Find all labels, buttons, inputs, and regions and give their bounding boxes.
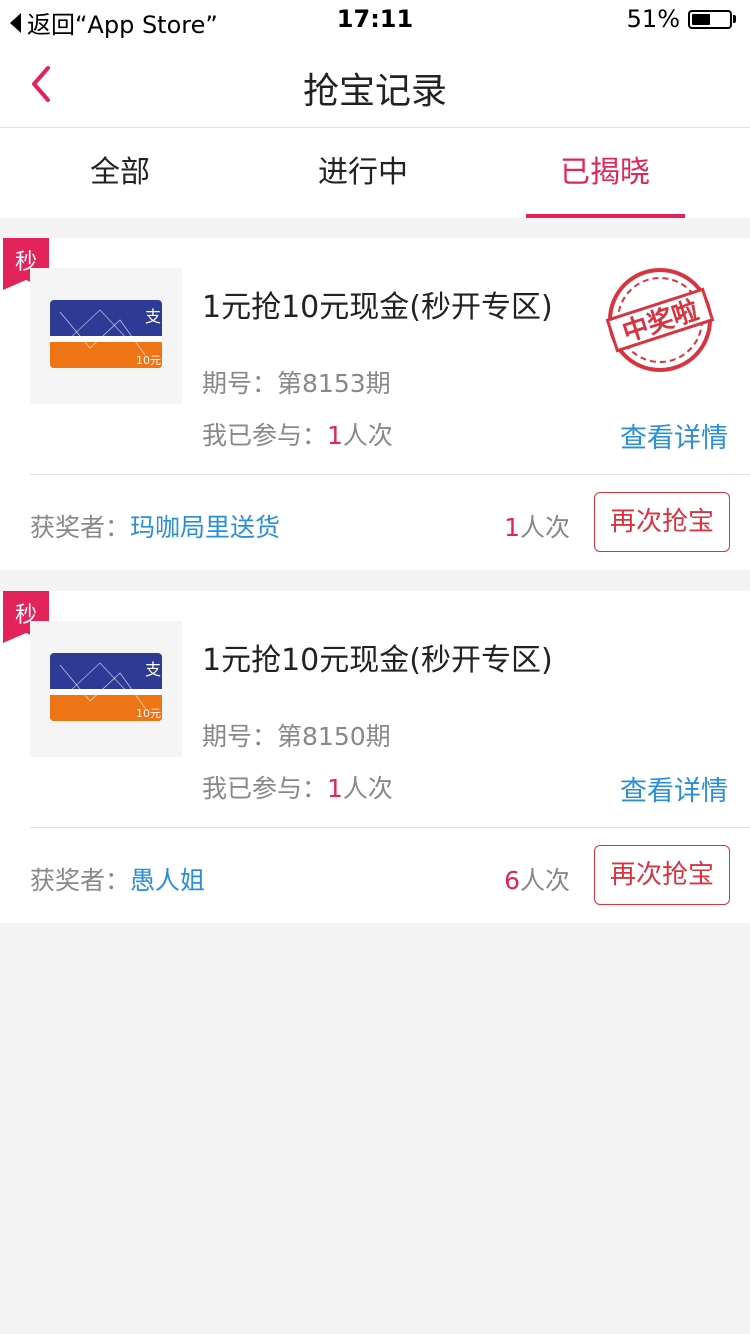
- joined-number: 1: [327, 421, 343, 450]
- tab-bar: 全部 进行中 已揭晓: [0, 128, 750, 218]
- view-details-link[interactable]: 查看详情: [620, 416, 728, 455]
- alipay-card-icon: 支 10元: [50, 300, 162, 368]
- winning-stamp: 中奖啦: [604, 264, 716, 376]
- joined-number: 1: [327, 774, 343, 803]
- page-title: 抢宝记录: [302, 71, 447, 112]
- tab-revealed[interactable]: 已揭晓: [485, 128, 725, 218]
- joined-count: 我已参与：1人次: [202, 421, 393, 450]
- battery-percent: 51%: [626, 5, 680, 33]
- winner-times-number: 1: [504, 513, 520, 542]
- joined-count: 我已参与：1人次: [202, 774, 393, 803]
- winner-name-link[interactable]: 愚人姐: [130, 866, 205, 895]
- winner-times: 1人次: [504, 513, 570, 542]
- winner-info: 获奖者：愚人姐: [30, 866, 206, 895]
- nav-bar: 抢宝记录: [0, 40, 750, 128]
- record-card: 秒 支 10元 1元抢10元现金(秒开专区) 中奖啦 期号：第8153期 我已参…: [0, 238, 750, 570]
- product-thumbnail[interactable]: 支 10元: [30, 621, 182, 757]
- issue-number: 期号：第8153期: [202, 369, 391, 398]
- winner-times: 6人次: [504, 866, 570, 895]
- issue-value: 第8153期: [277, 369, 391, 398]
- battery-status: 51%: [627, 5, 736, 33]
- record-card: 秒 支 10元 1元抢10元现金(秒开专区) 期号：第8150期 我已参与：1人…: [0, 591, 750, 923]
- tab-all[interactable]: 全部: [0, 128, 240, 218]
- issue-number: 期号：第8150期: [202, 722, 391, 751]
- svg-text:支: 支: [145, 307, 161, 326]
- winner-name-link[interactable]: 玛咖局里送货: [130, 513, 280, 542]
- issue-value: 第8150期: [277, 722, 391, 751]
- svg-text:支: 支: [145, 660, 161, 679]
- product-title[interactable]: 1元抢10元现金(秒开专区): [202, 635, 553, 679]
- snatch-again-button[interactable]: 再次抢宝: [594, 845, 730, 905]
- view-details-link[interactable]: 查看详情: [620, 769, 728, 808]
- status-bar: 返回“App Store” 17:11 51%: [0, 0, 750, 40]
- snatch-again-button[interactable]: 再次抢宝: [594, 492, 730, 552]
- divider: [30, 474, 750, 475]
- alipay-card-icon: 支 10元: [50, 653, 162, 721]
- product-thumbnail[interactable]: 支 10元: [30, 268, 182, 404]
- divider: [30, 827, 750, 828]
- tab-in-progress[interactable]: 进行中: [243, 128, 483, 218]
- winner-times-number: 6: [504, 866, 520, 895]
- winner-info: 获奖者：玛咖局里送货: [30, 513, 281, 542]
- svg-text:10元: 10元: [136, 707, 161, 720]
- battery-icon: [688, 9, 732, 29]
- svg-text:10元: 10元: [136, 354, 161, 367]
- active-tab-underline: [526, 214, 685, 218]
- product-title[interactable]: 1元抢10元现金(秒开专区): [202, 282, 553, 326]
- battery-tip: [733, 15, 736, 23]
